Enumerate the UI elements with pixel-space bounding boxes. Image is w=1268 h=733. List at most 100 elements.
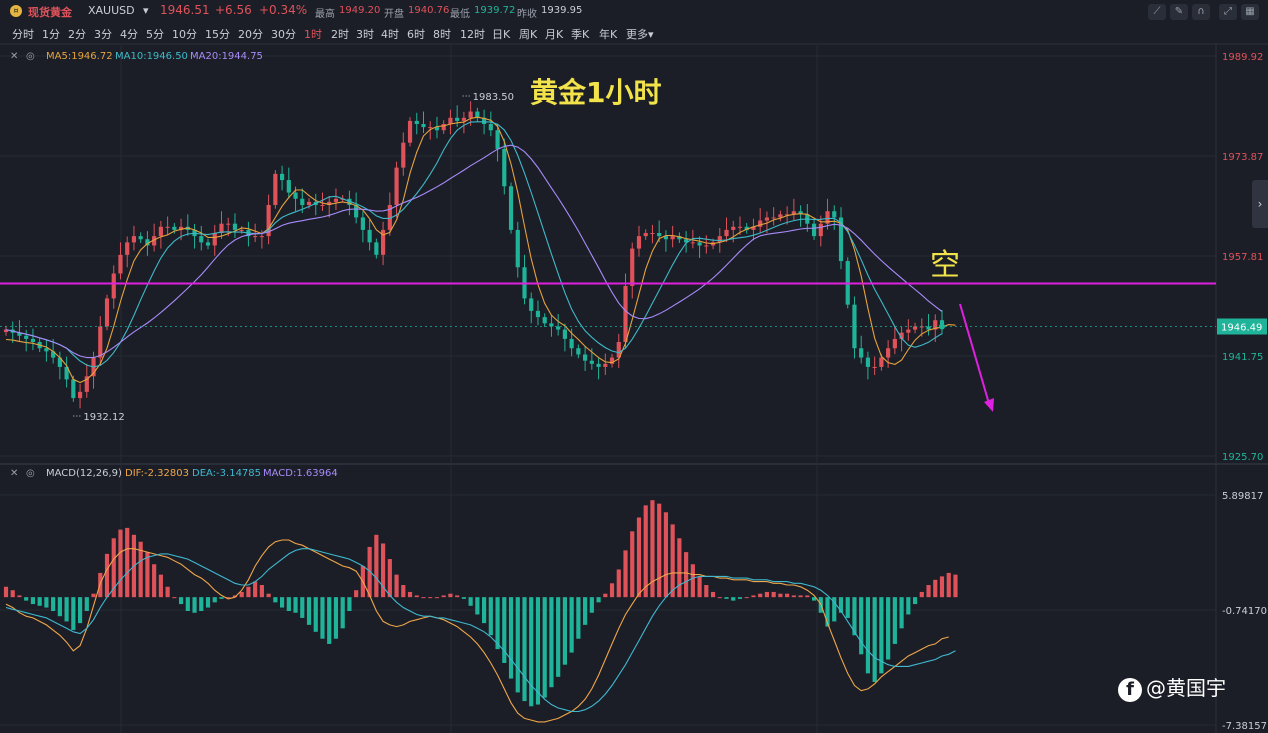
chart-area[interactable]: 1989.92 1973.87 1957.81 1941.75 1925.70 5.89… xyxy=(0,0,1268,733)
candle-body-130 xyxy=(879,357,884,367)
close-legend-icon[interactable]: ✕ xyxy=(10,51,18,62)
ma5-line xyxy=(5,116,956,384)
candle-body-68 xyxy=(461,117,466,121)
price-axis: 1989.92 1973.87 1957.81 1941.75 1925.70 5.89… xyxy=(0,52,1267,732)
ma20-legend: MA20:1944.75 xyxy=(190,51,263,62)
macd-bar-45 xyxy=(306,597,312,625)
macd-bar-115 xyxy=(778,593,783,598)
dif-legend: DIF:-2.32803 xyxy=(125,468,189,479)
macd-tick-2: -7.38157 xyxy=(1222,721,1267,732)
macd-bar-102 xyxy=(690,564,695,598)
macd-bar-5 xyxy=(37,597,42,606)
macd-bar-137 xyxy=(926,585,931,598)
candle-body-62 xyxy=(421,124,426,128)
macd-bar-37 xyxy=(253,581,258,598)
price-tick-0: 1989.92 xyxy=(1222,52,1263,63)
macd-tick-1: -0.74170 xyxy=(1222,606,1267,617)
macd-bar-87 xyxy=(589,597,594,613)
candle-body-59 xyxy=(401,142,406,168)
macd-bar-116 xyxy=(785,593,790,598)
price-tick-2: 1957.81 xyxy=(1222,252,1263,263)
candle-body-35 xyxy=(239,229,244,231)
macd-bar-22 xyxy=(152,564,157,598)
candle-body-102 xyxy=(690,242,695,244)
candle-body-93 xyxy=(630,248,635,286)
candle-body-87 xyxy=(589,360,594,364)
candle-body-113 xyxy=(764,217,770,221)
candle-body-72 xyxy=(488,124,493,131)
macd-bar-8 xyxy=(57,597,62,617)
macd-bar-42 xyxy=(286,597,291,612)
candle-body-37 xyxy=(253,236,258,238)
macd-bar-136 xyxy=(919,591,924,598)
price-tick-4: 1925.70 xyxy=(1222,452,1263,463)
macd-bar-66 xyxy=(448,593,453,598)
macd-bar-1 xyxy=(10,590,15,598)
eye-icon[interactable]: ◎ xyxy=(26,51,35,62)
macd-bar-111 xyxy=(751,595,756,598)
candle-body-88 xyxy=(596,363,601,367)
candle-body-94 xyxy=(636,236,642,249)
macd-bar-23 xyxy=(158,574,163,598)
macd-bar-141 xyxy=(953,574,958,598)
macd-bar-93 xyxy=(630,531,635,598)
close-macd-icon[interactable]: ✕ xyxy=(10,468,18,479)
macd-bar-9 xyxy=(64,597,69,622)
macd-bar-113 xyxy=(764,591,770,598)
macd-eye-icon[interactable]: ◎ xyxy=(26,468,35,479)
low-label: 1932.12 xyxy=(83,412,124,423)
macd-bar-59 xyxy=(401,585,406,598)
macd-bar-48 xyxy=(327,597,332,644)
macd-bar-58 xyxy=(394,574,399,598)
candle-body-97 xyxy=(657,233,662,237)
candle-body-24 xyxy=(165,226,170,228)
macd-bar-26 xyxy=(178,597,184,605)
candle-body-86 xyxy=(583,354,588,361)
candle-body-33 xyxy=(226,223,231,225)
chevron-right-icon[interactable]: › xyxy=(1252,180,1268,228)
macd-bar-30 xyxy=(205,597,211,608)
candle-body-25 xyxy=(172,226,177,230)
macd-bar-63 xyxy=(428,597,433,599)
macd-bar-103 xyxy=(697,576,702,598)
macd-bar-28 xyxy=(192,597,197,613)
candle-body-43 xyxy=(293,192,298,199)
candle-body-74 xyxy=(502,148,507,187)
last-price-dot xyxy=(939,323,945,330)
candle-body-99 xyxy=(670,236,675,240)
macd-bar-52 xyxy=(354,590,359,598)
macd-name: MACD(12,26,9) xyxy=(46,468,122,479)
candlesticks xyxy=(3,101,945,409)
candle-body-15 xyxy=(104,298,110,327)
candle-body-6 xyxy=(44,348,49,352)
ma10-legend: MA10:1946.50 xyxy=(115,51,188,62)
candle-body-134 xyxy=(906,329,911,333)
macd-bar-40 xyxy=(273,597,278,603)
candle-body-80 xyxy=(542,317,547,324)
macd-bar-119 xyxy=(805,595,810,598)
macd-bar-6 xyxy=(44,597,49,608)
candle-body-31 xyxy=(212,233,217,246)
candle-body-127 xyxy=(859,348,864,358)
macd-bar-57 xyxy=(387,559,392,598)
macd-bar-62 xyxy=(421,597,426,599)
macd-bar-133 xyxy=(899,597,904,629)
candle-body-45 xyxy=(306,201,312,205)
macd-bar-31 xyxy=(212,597,217,603)
macd-bar-36 xyxy=(246,586,251,598)
candle-body-58 xyxy=(394,167,399,205)
macd-bar-25 xyxy=(172,597,177,599)
macd-bar-128 xyxy=(865,597,871,674)
candle-body-38 xyxy=(259,236,264,238)
chart-title: 黄金1小时 xyxy=(530,76,661,109)
macd-bar-83 xyxy=(562,597,567,665)
macd-bar-70 xyxy=(475,597,480,615)
macd-bar-12 xyxy=(84,597,89,612)
macd-bar-55 xyxy=(374,534,379,598)
short-arrow xyxy=(959,303,991,408)
macd-bar-41 xyxy=(279,597,285,608)
candle-body-95 xyxy=(643,233,648,237)
macd-bar-15 xyxy=(104,553,110,598)
macd-bar-50 xyxy=(340,597,345,629)
candle-body-131 xyxy=(886,348,891,358)
